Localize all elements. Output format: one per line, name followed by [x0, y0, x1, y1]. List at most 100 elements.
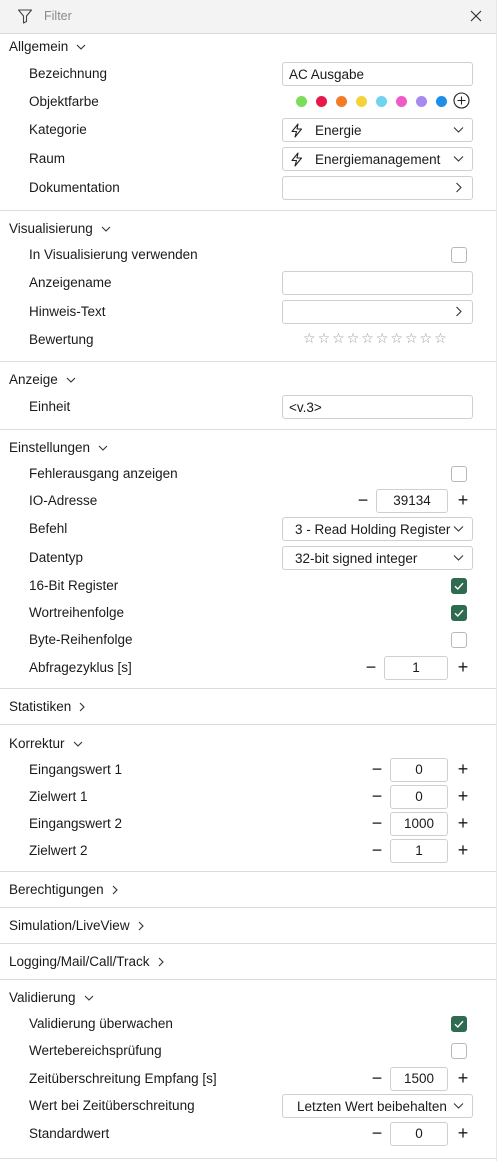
section-anzeige[interactable]: Anzeige [9, 372, 76, 387]
section-visualisierung[interactable]: Visualisierung [9, 221, 111, 236]
zeitueberschreitung-input[interactable]: 1500 [390, 1067, 448, 1091]
star-icon[interactable]: ☆ [420, 330, 433, 347]
section-allgemein[interactable]: Allgemein [9, 39, 86, 54]
divider [0, 361, 497, 362]
wert-bei-zeitueberschreitung-label: Wert bei Zeitüberschreitung [29, 1098, 195, 1113]
increment-button[interactable]: + [455, 491, 471, 509]
color-swatch-red[interactable] [316, 96, 327, 107]
raum-label: Raum [29, 151, 66, 166]
raum-select[interactable]: Energiemanagement [282, 147, 473, 171]
increment-button[interactable]: + [455, 658, 471, 676]
lightning-icon [291, 152, 303, 167]
kategorie-select[interactable]: Energie [282, 118, 473, 142]
eingangswert2-input[interactable]: 1000 [390, 812, 448, 836]
star-icon[interactable]: ☆ [361, 330, 374, 347]
star-icon[interactable]: ☆ [434, 330, 447, 347]
io-adresse-input[interactable]: 39134 [376, 489, 448, 513]
befehl-label: Befehl [29, 521, 68, 536]
decrement-button[interactable]: − [369, 1124, 385, 1142]
decrement-button[interactable]: − [369, 760, 385, 778]
color-swatch-cyan[interactable] [376, 96, 387, 107]
section-simulation[interactable]: Simulation/LiveView [9, 918, 144, 933]
star-icon[interactable]: ☆ [405, 330, 418, 347]
divider [0, 943, 497, 944]
star-icon[interactable]: ☆ [332, 330, 345, 347]
decrement-button[interactable]: − [369, 814, 385, 832]
decrement-button[interactable]: − [369, 841, 385, 859]
section-title: Simulation/LiveView [9, 918, 130, 933]
star-icon[interactable]: ☆ [318, 330, 331, 347]
einheit-field[interactable]: <v.3> [282, 395, 473, 419]
bezeichnung-field[interactable]: AC Ausgabe [282, 62, 473, 86]
increment-button[interactable]: + [455, 760, 471, 778]
section-validierung[interactable]: Validierung [9, 990, 94, 1005]
decrement-button[interactable]: − [363, 658, 379, 676]
datentyp-select[interactable]: 32-bit signed integer [282, 546, 473, 570]
increment-button[interactable]: + [455, 787, 471, 805]
section-statistiken[interactable]: Statistiken [9, 699, 86, 714]
rating-stars[interactable]: ☆ ☆ ☆ ☆ ☆ ☆ ☆ ☆ ☆ ☆ [303, 330, 447, 347]
in-visualisierung-checkbox[interactable] [451, 247, 467, 263]
befehl-select[interactable]: 3 - Read Holding Register [282, 517, 473, 541]
zielwert2-input[interactable]: 1 [390, 839, 448, 863]
chevron-down-icon [453, 127, 464, 133]
color-swatch-yellow[interactable] [356, 96, 367, 107]
section-logging[interactable]: Logging/Mail/Call/Track [9, 954, 164, 969]
section-korrektur[interactable]: Korrektur [9, 736, 83, 751]
decrement-button[interactable]: − [369, 787, 385, 805]
fehlerausgang-checkbox[interactable] [451, 466, 467, 482]
checkmark-icon [454, 609, 464, 618]
chevron-right-icon [138, 921, 144, 930]
decrement-button[interactable]: − [355, 491, 371, 509]
color-swatch-purple[interactable] [416, 96, 427, 107]
chevron-down-icon [76, 44, 86, 50]
star-icon[interactable]: ☆ [347, 330, 360, 347]
star-icon[interactable]: ☆ [303, 330, 316, 347]
increment-button[interactable]: + [455, 814, 471, 832]
color-swatch-blue[interactable] [436, 96, 447, 107]
add-color-icon[interactable] [453, 92, 470, 109]
wert-bei-zeitueberschreitung-select[interactable]: Letzten Wert beibehalten [282, 1094, 473, 1118]
wortreihenfolge-checkbox[interactable] [451, 605, 467, 621]
16bit-register-label: 16-Bit Register [29, 578, 119, 593]
wortreihenfolge-label: Wortreihenfolge [29, 605, 125, 620]
anzeigename-field[interactable] [282, 271, 473, 295]
decrement-button[interactable]: − [369, 1069, 385, 1087]
divider [0, 871, 497, 872]
filter-input[interactable]: Filter [44, 9, 72, 23]
section-berechtigungen[interactable]: Berechtigungen [9, 882, 118, 897]
close-icon[interactable] [470, 10, 482, 22]
dokumentation-label: Dokumentation [29, 180, 120, 195]
16bit-register-checkbox[interactable] [451, 578, 467, 594]
increment-button[interactable]: + [455, 841, 471, 859]
in-visualisierung-label: In Visualisierung verwenden [29, 247, 198, 262]
chevron-down-icon [84, 995, 93, 1001]
section-einstellungen[interactable]: Einstellungen [9, 440, 108, 455]
validierung-ueberwachen-label: Validierung überwachen [29, 1016, 173, 1031]
validierung-ueberwachen-checkbox[interactable] [451, 1016, 467, 1032]
io-adresse-label: IO-Adresse [29, 493, 98, 508]
bewertung-label: Bewertung [29, 332, 94, 347]
increment-button[interactable]: + [455, 1124, 471, 1142]
chevron-right-icon [456, 182, 462, 193]
section-title: Visualisierung [9, 221, 93, 236]
eingangswert1-input[interactable]: 0 [390, 758, 448, 782]
chevron-down-icon [453, 526, 464, 532]
wertebereichspruefung-checkbox[interactable] [451, 1043, 467, 1059]
color-swatch-green[interactable] [296, 96, 307, 107]
einheit-label: Einheit [29, 399, 71, 414]
color-swatch-pink[interactable] [396, 96, 407, 107]
star-icon[interactable]: ☆ [376, 330, 389, 347]
abfragezyklus-input[interactable]: 1 [384, 656, 448, 680]
hinweis-text-field[interactable] [282, 300, 473, 324]
star-icon[interactable]: ☆ [390, 330, 403, 347]
lightning-icon [291, 123, 303, 138]
chevron-down-icon [101, 226, 111, 232]
standardwert-input[interactable]: 0 [390, 1122, 448, 1146]
section-title: Statistiken [9, 699, 72, 714]
byte-reihenfolge-checkbox[interactable] [451, 632, 467, 648]
increment-button[interactable]: + [455, 1069, 471, 1087]
zielwert1-input[interactable]: 0 [390, 785, 448, 809]
dokumentation-field[interactable] [282, 176, 473, 200]
color-swatch-orange[interactable] [336, 96, 347, 107]
